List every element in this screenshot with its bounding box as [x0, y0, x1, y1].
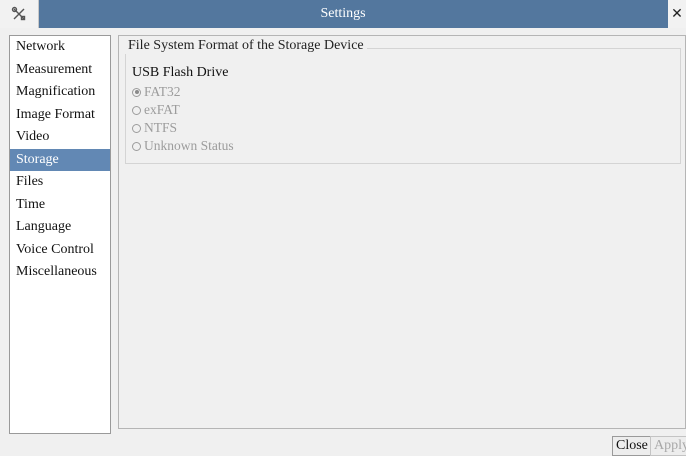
sidebar-item-language[interactable]: Language [10, 216, 110, 239]
close-button[interactable]: Close [612, 436, 652, 456]
radio-unchecked-icon [132, 123, 141, 133]
settings-sidebar: Network Measurement Magnification Image … [9, 35, 111, 434]
sidebar-item-measurement[interactable]: Measurement [10, 59, 110, 82]
apply-button[interactable]: Apply [650, 436, 686, 456]
sidebar-item-files[interactable]: Files [10, 171, 110, 194]
window-title: Settings [320, 6, 366, 21]
storage-settings-panel: File System Format of the Storage Device… [118, 35, 686, 429]
radio-option-fat32[interactable]: FAT32 [132, 83, 181, 101]
sidebar-item-storage[interactable]: Storage [10, 148, 110, 171]
radio-checked-icon [132, 87, 141, 97]
radio-label: FAT32 [144, 84, 181, 99]
radio-unchecked-icon [132, 141, 141, 151]
title-bar: Settings ✕ [0, 0, 686, 28]
sidebar-item-miscellaneous[interactable]: Miscellaneous [10, 261, 110, 284]
radio-label: NTFS [144, 120, 178, 135]
close-window-button[interactable]: ✕ [668, 0, 686, 28]
radio-option-exfat[interactable]: exFAT [132, 101, 180, 119]
group-title: File System Format of the Storage Device [125, 38, 367, 54]
radio-label: Unknown Status [144, 138, 234, 153]
radio-option-unknown-status[interactable]: Unknown Status [132, 137, 234, 155]
close-icon: ✕ [671, 6, 683, 22]
radio-label: exFAT [144, 102, 180, 117]
device-label: USB Flash Drive [132, 65, 229, 80]
radio-unchecked-icon [132, 105, 141, 115]
sidebar-item-video[interactable]: Video [10, 126, 110, 149]
radio-option-ntfs[interactable]: NTFS [132, 119, 177, 137]
file-system-format-group: File System Format of the Storage Device… [125, 38, 681, 164]
sidebar-item-image-format[interactable]: Image Format [10, 104, 110, 127]
sidebar-item-network[interactable]: Network [10, 36, 110, 59]
sidebar-item-time[interactable]: Time [10, 194, 110, 217]
sidebar-item-magnification[interactable]: Magnification [10, 81, 110, 104]
sidebar-item-voice-control[interactable]: Voice Control [10, 239, 110, 262]
